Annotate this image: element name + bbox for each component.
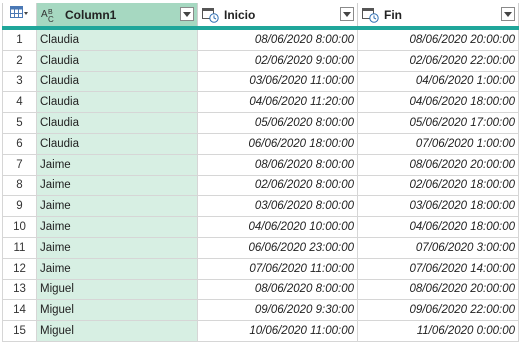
table-row: 2 Claudia 02/06/2020 9:00:00 02/06/2020 22:… xyxy=(2,50,519,72)
inicio-filter-dropdown[interactable] xyxy=(340,7,354,21)
inicio-cell[interactable]: 07/06/2020 11:00:00 xyxy=(198,258,358,280)
table-row: 15 Miguel 10/06/2020 11:00:00 11/06/2020 0:… xyxy=(2,321,519,342)
fin-cell[interactable]: 02/06/2020 22:00:00 xyxy=(358,50,519,72)
column-header-row: A B C Column1 Inicio Fin xyxy=(2,3,519,30)
name-cell[interactable]: Claudia xyxy=(37,92,198,114)
fin-cell[interactable]: 04/06/2020 1:00:00 xyxy=(358,71,519,93)
inicio-cell[interactable]: 02/06/2020 9:00:00 xyxy=(198,50,358,72)
fin-cell[interactable]: 09/06/2020 22:00:00 xyxy=(358,300,519,322)
row-number[interactable]: 1 xyxy=(2,30,37,51)
name-cell[interactable]: Jaime xyxy=(37,258,198,280)
inicio-cell[interactable]: 04/06/2020 11:20:00 xyxy=(198,92,358,114)
name-cell[interactable]: Jaime xyxy=(37,154,198,176)
inicio-cell[interactable]: 03/06/2020 8:00:00 xyxy=(198,196,358,218)
column-header-column1[interactable]: A B C Column1 xyxy=(37,3,198,26)
fin-cell[interactable]: 08/06/2020 20:00:00 xyxy=(358,154,519,176)
row-number[interactable]: 8 xyxy=(2,175,37,197)
row-number[interactable]: 12 xyxy=(2,258,37,280)
name-cell[interactable]: Jaime xyxy=(37,217,198,238)
inicio-cell[interactable]: 08/06/2020 8:00:00 xyxy=(198,30,358,51)
table-menu-button[interactable] xyxy=(2,3,37,26)
chevron-down-icon xyxy=(183,11,191,17)
inicio-cell[interactable]: 04/06/2020 10:00:00 xyxy=(198,217,358,238)
name-cell[interactable]: Miguel xyxy=(37,321,198,342)
name-cell[interactable]: Claudia xyxy=(37,71,198,93)
name-cell[interactable]: Jaime xyxy=(37,196,198,218)
inicio-cell[interactable]: 06/06/2020 18:00:00 xyxy=(198,133,358,155)
fin-cell[interactable]: 08/06/2020 20:00:00 xyxy=(358,279,519,301)
row-number[interactable]: 14 xyxy=(2,300,37,322)
inicio-cell[interactable]: 05/06/2020 8:00:00 xyxy=(198,113,358,134)
datetime-type-icon[interactable] xyxy=(202,7,220,23)
row-number[interactable]: 10 xyxy=(2,217,37,238)
table-row: 13 Miguel 08/06/2020 8:00:00 08/06/2020 20:… xyxy=(2,279,519,301)
table-row: 12 Jaime 07/06/2020 11:00:00 07/06/2020 14:… xyxy=(2,258,519,280)
table-row: 5 Claudia 05/06/2020 8:00:00 05/06/2020 17:… xyxy=(2,113,519,134)
table-row: 8 Jaime 02/06/2020 8:00:00 02/06/2020 18:00… xyxy=(2,175,519,197)
inicio-cell[interactable]: 08/06/2020 8:00:00 xyxy=(198,154,358,176)
chevron-down-icon xyxy=(504,11,512,17)
fin-filter-dropdown[interactable] xyxy=(501,7,515,21)
name-cell[interactable]: Claudia xyxy=(37,133,198,155)
row-number[interactable]: 15 xyxy=(2,321,37,342)
datetime-type-icon[interactable] xyxy=(362,7,380,23)
fin-cell[interactable]: 07/06/2020 3:00:00 xyxy=(358,237,519,259)
inicio-cell[interactable]: 10/06/2020 11:00:00 xyxy=(198,321,358,342)
name-cell[interactable]: Miguel xyxy=(37,279,198,301)
column-header-fin[interactable]: Fin xyxy=(358,3,519,26)
table-row: 9 Jaime 03/06/2020 8:00:00 03/06/2020 18:00… xyxy=(2,196,519,218)
table-body: 1 Claudia 08/06/2020 8:00:00 08/06/2020 20:… xyxy=(2,30,519,342)
inicio-cell[interactable]: 06/06/2020 23:00:00 xyxy=(198,237,358,259)
table-row: 10 Jaime 04/06/2020 10:00:00 04/06/2020 18:… xyxy=(2,217,519,238)
name-cell[interactable]: Miguel xyxy=(37,300,198,322)
row-number[interactable]: 9 xyxy=(2,196,37,218)
column-title: Fin xyxy=(384,7,402,22)
chevron-down-icon xyxy=(343,11,351,17)
table-row: 1 Claudia 08/06/2020 8:00:00 08/06/2020 20:… xyxy=(2,30,519,51)
name-cell[interactable]: Jaime xyxy=(37,237,198,259)
name-cell[interactable]: Jaime xyxy=(37,175,198,197)
name-cell[interactable]: Claudia xyxy=(37,113,198,134)
text-type-icon[interactable]: A B C xyxy=(41,7,61,23)
fin-cell[interactable]: 07/06/2020 1:00:00 xyxy=(358,133,519,155)
row-number[interactable]: 11 xyxy=(2,237,37,259)
inicio-cell[interactable]: 09/06/2020 9:30:00 xyxy=(198,300,358,322)
fin-cell[interactable]: 05/06/2020 17:00:00 xyxy=(358,113,519,134)
row-number[interactable]: 2 xyxy=(2,50,37,72)
row-number[interactable]: 6 xyxy=(2,133,37,155)
fin-cell[interactable]: 11/06/2020 0:00:00 xyxy=(358,321,519,342)
row-number[interactable]: 13 xyxy=(2,279,37,301)
table-row: 3 Claudia 03/06/2020 11:00:00 04/06/2020 1:… xyxy=(2,71,519,93)
svg-text:C: C xyxy=(48,15,54,23)
name-cell[interactable]: Claudia xyxy=(37,50,198,72)
column1-filter-dropdown[interactable] xyxy=(180,7,194,21)
table-row: 7 Jaime 08/06/2020 8:00:00 08/06/2020 20:00… xyxy=(2,154,519,176)
column-title: Inicio xyxy=(224,7,256,22)
table-row: 6 Claudia 06/06/2020 18:00:00 07/06/2020 1:… xyxy=(2,133,519,155)
row-number[interactable]: 5 xyxy=(2,113,37,134)
query-data-grid: A B C Column1 Inicio Fin 1 Claudia 08/06… xyxy=(2,3,519,342)
table-row: 11 Jaime 06/06/2020 23:00:00 07/06/2020 3:0… xyxy=(2,237,519,259)
fin-cell[interactable]: 08/06/2020 20:00:00 xyxy=(358,30,519,51)
fin-cell[interactable]: 04/06/2020 18:00:00 xyxy=(358,92,519,114)
svg-text:A: A xyxy=(41,9,48,20)
fin-cell[interactable]: 02/06/2020 18:00:00 xyxy=(358,175,519,197)
inicio-cell[interactable]: 02/06/2020 8:00:00 xyxy=(198,175,358,197)
table-row: 4 Claudia 04/06/2020 11:20:00 04/06/2020 18… xyxy=(2,92,519,114)
fin-cell[interactable]: 07/06/2020 14:00:00 xyxy=(358,258,519,280)
row-number[interactable]: 7 xyxy=(2,154,37,176)
table-icon xyxy=(9,6,30,23)
inicio-cell[interactable]: 08/06/2020 8:00:00 xyxy=(198,279,358,301)
fin-cell[interactable]: 04/06/2020 18:00:00 xyxy=(358,217,519,238)
column-header-inicio[interactable]: Inicio xyxy=(198,3,358,26)
fin-cell[interactable]: 03/06/2020 18:00:00 xyxy=(358,196,519,218)
name-cell[interactable]: Claudia xyxy=(37,30,198,51)
row-number[interactable]: 4 xyxy=(2,92,37,114)
row-number[interactable]: 3 xyxy=(2,71,37,93)
table-row: 14 Miguel 09/06/2020 9:30:00 09/06/2020 22:… xyxy=(2,300,519,322)
inicio-cell[interactable]: 03/06/2020 11:00:00 xyxy=(198,71,358,93)
column-title: Column1 xyxy=(65,7,117,22)
